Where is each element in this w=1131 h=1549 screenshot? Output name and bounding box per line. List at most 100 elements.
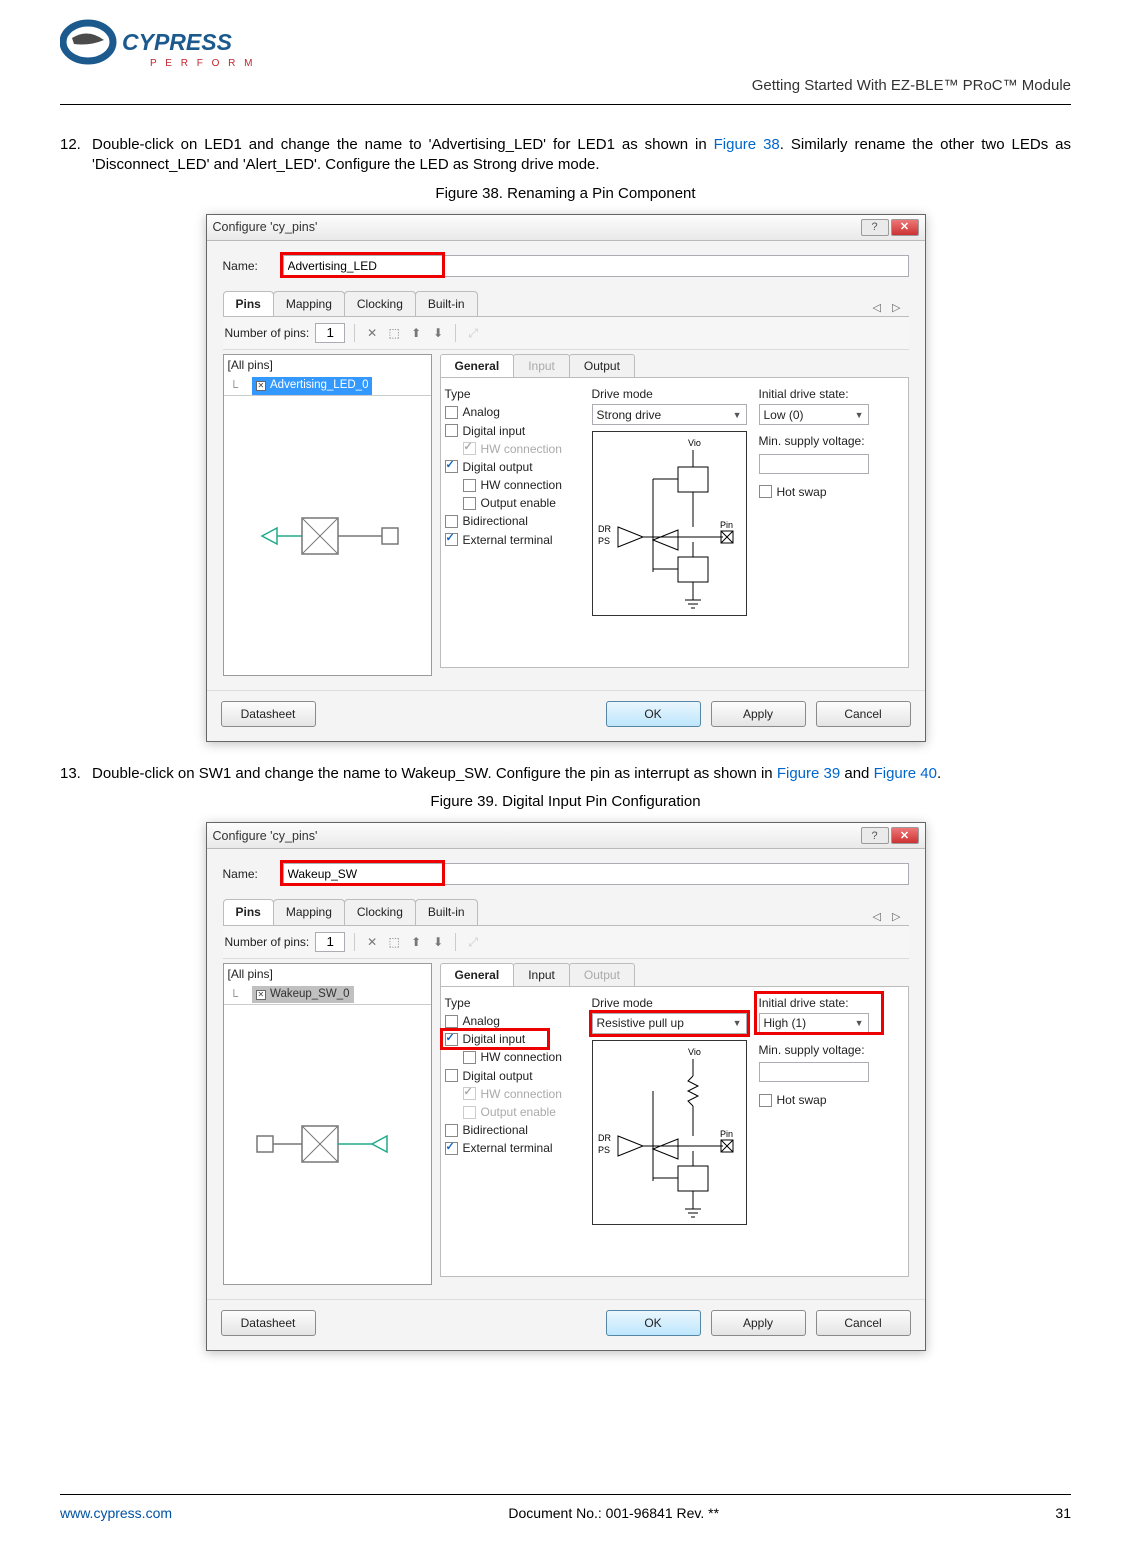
inner-tab-general[interactable]: General [440, 963, 515, 986]
svg-text:Pin: Pin [720, 520, 733, 530]
drive-mode-combo[interactable]: Resistive pull up ▼ [592, 1013, 747, 1034]
text: and [840, 765, 873, 782]
pin-box-icon [256, 990, 266, 1000]
lbl-hotswap: Hot swap [777, 1092, 827, 1108]
inner-tab-output[interactable]: Output [569, 354, 635, 377]
up-icon[interactable]: ⬆ [408, 934, 424, 950]
lbl-digital-output: Digital output [463, 1068, 533, 1084]
chk-ext-terminal[interactable] [445, 1142, 458, 1155]
tab-nav-arrows[interactable]: ◁ ▷ [873, 910, 909, 925]
close-button[interactable]: ✕ [891, 827, 919, 844]
inner-tab-input[interactable]: Input [513, 963, 570, 986]
datasheet-button[interactable]: Datasheet [221, 1310, 316, 1336]
cancel-button[interactable]: Cancel [816, 1310, 911, 1336]
tab-builtin[interactable]: Built-in [415, 899, 478, 924]
inner-tab-general[interactable]: General [440, 354, 515, 377]
tab-pins[interactable]: Pins [223, 291, 274, 316]
expand-icon[interactable]: ⤢ [465, 934, 481, 950]
drive-mode-value: Resistive pull up [597, 1015, 684, 1031]
tab-pins[interactable]: Pins [223, 899, 274, 924]
tree-item[interactable]: Advertising_LED_0 [252, 377, 372, 395]
chk-bidirectional[interactable] [445, 515, 458, 528]
svg-text:P E R F O R M: P E R F O R M [150, 58, 256, 69]
expand-icon[interactable]: ⤢ [465, 325, 481, 341]
figure-link[interactable]: Figure 40 [874, 765, 937, 782]
chk-hw-conn-out[interactable] [463, 479, 476, 492]
type-label: Type [445, 386, 580, 402]
down-icon[interactable]: ⬇ [430, 325, 446, 341]
drive-mode-combo[interactable]: Strong drive▼ [592, 404, 747, 425]
help-button[interactable]: ? [861, 827, 889, 844]
tree-all-pins[interactable]: [All pins] [224, 355, 431, 375]
apply-button[interactable]: Apply [711, 701, 806, 727]
cypress-logo-icon: CYPRESS P E R F O R M [60, 18, 260, 80]
chk-hw-conn-in[interactable] [463, 1051, 476, 1064]
tab-clocking[interactable]: Clocking [344, 899, 416, 924]
configure-dialog: Configure 'cy_pins' ? ✕ Name: Pins [206, 214, 926, 742]
footer-url[interactable]: www.cypress.com [60, 1505, 172, 1521]
titlebar: Configure 'cy_pins' ? ✕ [207, 823, 925, 849]
help-icon: ? [871, 829, 877, 844]
cancel-button[interactable]: Cancel [816, 701, 911, 727]
figure-39: Configure 'cy_pins' ? ✕ Name: Pins [60, 822, 1071, 1350]
figure-link[interactable]: Figure 38 [714, 136, 780, 153]
delete-icon[interactable]: ✕ [364, 934, 380, 950]
help-button[interactable]: ? [861, 219, 889, 236]
name-label: Name: [223, 258, 273, 274]
name-input[interactable] [283, 863, 909, 885]
chk-hotswap[interactable] [759, 485, 772, 498]
lbl-hw-conn-out: HW connection [481, 1086, 562, 1102]
chevron-down-icon: ▼ [733, 1017, 742, 1029]
svg-text:Vio: Vio [688, 438, 701, 448]
tab-clocking[interactable]: Clocking [344, 291, 416, 316]
chk-bidirectional[interactable] [445, 1124, 458, 1137]
chk-digital-input[interactable] [445, 424, 458, 437]
figure-link[interactable]: Figure 39 [777, 765, 840, 782]
tab-mapping[interactable]: Mapping [273, 291, 345, 316]
chk-digital-output[interactable] [445, 460, 458, 473]
chk-analog[interactable] [445, 406, 458, 419]
tree-item-label: Wakeup_SW_0 [270, 987, 349, 1003]
chk-hotswap[interactable] [759, 1094, 772, 1107]
delete-icon[interactable]: ✕ [364, 325, 380, 341]
chk-digital-input[interactable] [445, 1033, 458, 1046]
minv-label: Min. supply voltage: [759, 1042, 904, 1058]
apply-button[interactable]: Apply [711, 1310, 806, 1336]
initial-state-combo[interactable]: High (1)▼ [759, 1013, 869, 1034]
figure-38-caption: Figure 38. Renaming a Pin Component [60, 184, 1071, 204]
lbl-digital-output: Digital output [463, 459, 533, 475]
tab-builtin[interactable]: Built-in [415, 291, 478, 316]
down-icon[interactable]: ⬇ [430, 934, 446, 950]
step-number: 12. [60, 135, 92, 176]
min-voltage-input[interactable] [759, 454, 869, 474]
datasheet-button[interactable]: Datasheet [221, 701, 316, 727]
tab-nav-arrows[interactable]: ◁ ▷ [873, 301, 909, 316]
close-button[interactable]: ✕ [891, 219, 919, 236]
initial-state-value: Low (0) [764, 407, 804, 423]
tree-all-pins[interactable]: [All pins] [224, 964, 431, 984]
drive-label: Drive mode [592, 386, 747, 402]
tab-mapping[interactable]: Mapping [273, 899, 345, 924]
tree-icon[interactable]: ⬚ [386, 325, 402, 341]
up-icon[interactable]: ⬆ [408, 325, 424, 341]
lbl-output-enable: Output enable [481, 495, 556, 511]
name-input[interactable] [283, 255, 909, 277]
ok-button[interactable]: OK [606, 1310, 701, 1336]
tree-icon[interactable]: ⬚ [386, 934, 402, 950]
numpins-input[interactable] [315, 932, 345, 952]
ok-button[interactable]: OK [606, 701, 701, 727]
tree-item[interactable]: Wakeup_SW_0 [252, 986, 353, 1004]
chk-output-enable[interactable] [463, 497, 476, 510]
numpins-input[interactable] [315, 323, 345, 343]
configure-dialog: Configure 'cy_pins' ? ✕ Name: Pins [206, 822, 926, 1350]
initial-state-combo[interactable]: Low (0)▼ [759, 404, 869, 425]
page-header: CYPRESS P E R F O R M Getting Started Wi… [60, 0, 1071, 105]
min-voltage-input[interactable] [759, 1062, 869, 1082]
state-label: Initial drive state: [759, 386, 904, 402]
lbl-hw-conn-in: HW connection [481, 441, 562, 457]
inner-tab-output: Output [569, 963, 635, 986]
help-icon: ? [871, 220, 877, 235]
chk-analog[interactable] [445, 1015, 458, 1028]
chk-digital-output[interactable] [445, 1069, 458, 1082]
chk-ext-terminal[interactable] [445, 533, 458, 546]
